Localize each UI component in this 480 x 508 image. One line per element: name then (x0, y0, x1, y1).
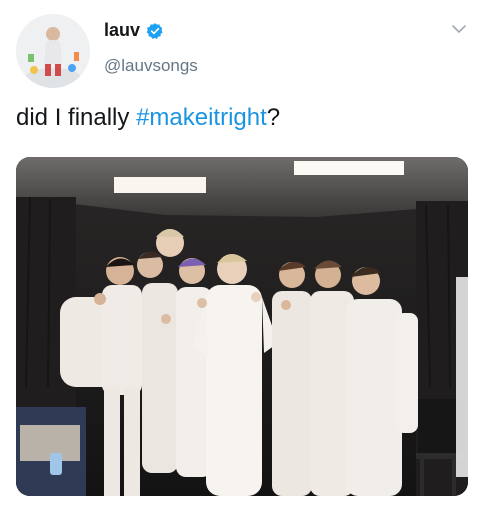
chevron-down-icon[interactable] (450, 20, 468, 38)
handle[interactable]: @lauvsongs (104, 56, 198, 76)
display-name[interactable]: lauv (104, 20, 140, 41)
tweet-text-suffix: ? (266, 104, 281, 131)
tweet-photo[interactable] (16, 157, 468, 496)
avatar[interactable] (16, 14, 90, 88)
hashtag-link[interactable]: #makeitright (136, 104, 267, 131)
verified-badge-icon (146, 22, 164, 40)
tweet-text-prefix: did I finally (16, 104, 137, 131)
tweet-text: did I finally #makeitright? (16, 104, 280, 132)
